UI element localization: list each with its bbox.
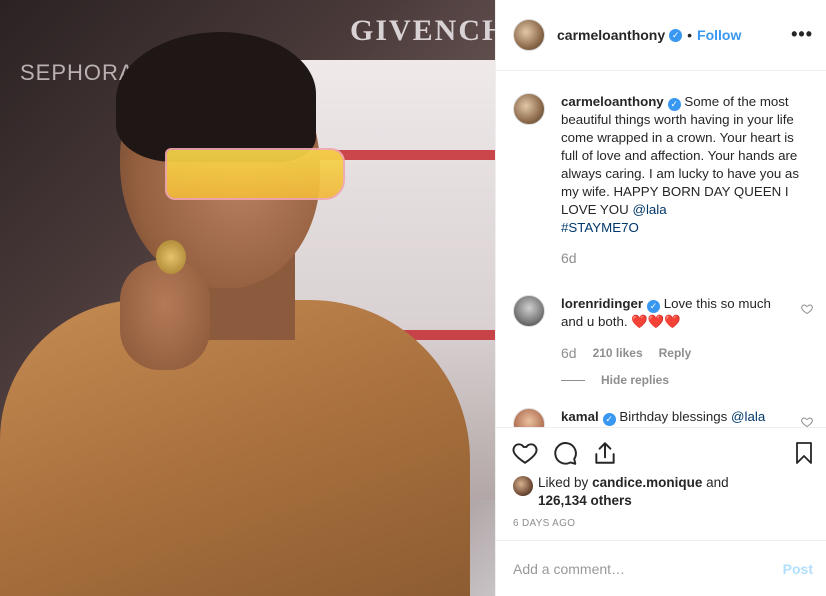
more-options-icon[interactable]: •••: [791, 24, 813, 45]
commenter-avatar[interactable]: [513, 295, 545, 327]
post-comment-button[interactable]: Post: [783, 561, 813, 577]
caption-time[interactable]: 6d: [561, 250, 577, 266]
verified-badge-icon: ✓: [647, 300, 661, 313]
comment: lorenridinger ✓ Love this so much and u b…: [513, 295, 813, 387]
post-side-panel: carmeloanthony ✓ • Follow ••• carmeloant…: [495, 0, 826, 596]
comment-text: lorenridinger ✓ Love this so much and u b…: [561, 295, 813, 331]
caption-hashtag[interactable]: #STAYME7O: [561, 220, 639, 235]
store-sign-secondary: SEPHORA: [20, 60, 135, 85]
comment-body: Birthday blessings: [619, 409, 728, 424]
verified-badge-icon: ✓: [602, 413, 616, 426]
hide-replies-line: [561, 379, 585, 381]
verified-badge-icon: ✓: [667, 98, 681, 111]
hand: [120, 260, 210, 370]
comment: kamal ✓ Birthday blessings @lala: [513, 408, 813, 427]
like-comment-heart-icon[interactable]: [801, 416, 813, 427]
caption-text: carmeloanthony ✓ Some of the most beautif…: [561, 93, 813, 237]
comment-text: kamal ✓ Birthday blessings @lala: [561, 408, 813, 426]
like-comment-heart-icon[interactable]: [801, 303, 813, 315]
author-avatar[interactable]: [513, 93, 545, 125]
liker-avatar[interactable]: [513, 476, 533, 496]
comment-time[interactable]: 6d: [561, 345, 577, 361]
share-icon[interactable]: [592, 440, 618, 466]
hide-replies-button[interactable]: Hide replies: [561, 373, 813, 387]
bookmark-icon[interactable]: [792, 440, 818, 466]
comment-bubble-icon[interactable]: [552, 440, 578, 466]
store-sign: GIVENCHY: [350, 14, 495, 47]
likes-text: Liked by candice.monique and 126,134 oth…: [538, 474, 813, 510]
hair: [116, 32, 316, 162]
caption: carmeloanthony ✓ Some of the most beautif…: [513, 93, 813, 266]
comment-likes[interactable]: 210 likes: [593, 346, 643, 360]
comment-username[interactable]: kamal: [561, 409, 599, 424]
caption-mention[interactable]: @lala: [632, 202, 666, 217]
reply-button[interactable]: Reply: [659, 346, 692, 360]
caption-body: Some of the most beautiful things worth …: [561, 94, 799, 217]
commenter-avatar[interactable]: [513, 408, 545, 427]
likes-count[interactable]: 126,134 others: [538, 493, 632, 508]
ring: [156, 240, 186, 274]
comment-username[interactable]: lorenridinger: [561, 296, 643, 311]
hide-replies-label: Hide replies: [601, 373, 670, 387]
liker-username[interactable]: candice.monique: [592, 475, 702, 490]
comments-list[interactable]: carmeloanthony ✓ Some of the most beautif…: [496, 71, 826, 427]
likes-summary: Liked by candice.monique and 126,134 oth…: [513, 474, 813, 510]
post-timestamp[interactable]: 6 DAYS AGO: [513, 518, 575, 529]
comment-input[interactable]: [513, 560, 783, 577]
like-heart-icon[interactable]: [512, 440, 538, 466]
likes-prefix: Liked by: [538, 475, 589, 490]
action-bar: [496, 427, 826, 477]
sunglasses: [165, 148, 345, 200]
comment-meta: 6d 210 likes Reply: [561, 345, 813, 361]
author-username[interactable]: carmeloanthony: [557, 27, 665, 43]
author-avatar[interactable]: [513, 19, 545, 51]
separator-dot: •: [687, 27, 693, 43]
caption-meta: 6d: [561, 250, 813, 266]
add-comment-bar: Post: [496, 540, 826, 596]
follow-button[interactable]: Follow: [697, 27, 741, 43]
post-photo[interactable]: GIVENCHY SEPHORA: [0, 0, 495, 596]
comment-mention[interactable]: @lala: [731, 409, 765, 424]
heart-emoji: ❤️❤️❤️: [631, 314, 681, 329]
verified-badge-icon: ✓: [669, 28, 683, 42]
jacket: [0, 300, 470, 596]
post-header: carmeloanthony ✓ • Follow •••: [496, 0, 826, 71]
caption-username[interactable]: carmeloanthony: [561, 94, 664, 109]
likes-suffix: and: [706, 475, 729, 490]
